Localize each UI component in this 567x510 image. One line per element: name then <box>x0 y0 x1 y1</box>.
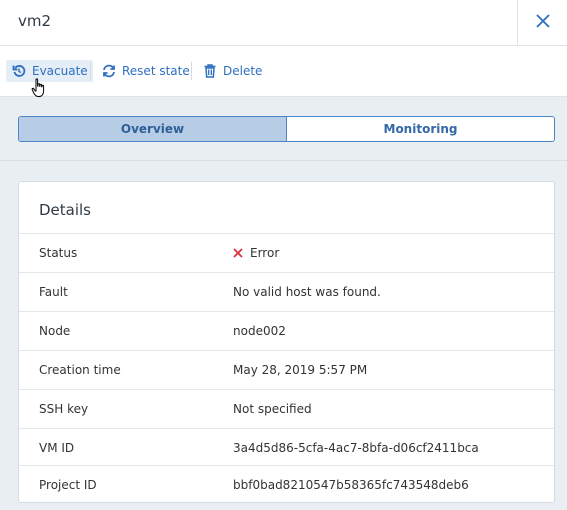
detail-row-ssh-key: SSH key Not specified <box>19 389 554 428</box>
trash-icon <box>204 64 216 78</box>
delete-button[interactable]: Delete <box>203 60 262 82</box>
refresh-icon <box>103 64 115 78</box>
delete-label: Delete <box>223 64 263 78</box>
detail-row-creation-time: Creation time May 28, 2019 5:57 PM <box>19 350 554 389</box>
toolbar-separator <box>90 62 91 80</box>
detail-key: SSH key <box>39 402 89 416</box>
detail-value: No valid host was found. <box>233 285 381 299</box>
status-value: Error <box>250 246 280 260</box>
detail-value: node002 <box>233 324 286 338</box>
detail-key: Creation time <box>39 363 121 377</box>
close-icon[interactable] <box>536 14 550 28</box>
reset-state-button[interactable]: Reset state <box>102 60 190 82</box>
detail-key: Node <box>39 324 71 338</box>
details-title: Details <box>39 201 92 219</box>
tab-bar: Overview Monitoring <box>18 116 555 142</box>
detail-row-fault: Fault No valid host was found. <box>19 272 554 311</box>
tab-monitoring[interactable]: Monitoring <box>287 117 554 141</box>
hand-cursor-icon <box>31 78 45 97</box>
detail-row-vm-id: VM ID 3a4d5d86-5cfa-4ac7-8bfa-d06cf2411b… <box>19 428 554 467</box>
detail-value: 3a4d5d86-5cfa-4ac7-8bfa-d06cf2411bca <box>233 441 479 455</box>
tab-overview[interactable]: Overview <box>19 117 287 141</box>
detail-key: Status <box>39 246 78 260</box>
detail-value: Error <box>233 246 279 260</box>
details-card: Details Status Error Fault No valid host… <box>18 181 555 503</box>
detail-value: Not specified <box>233 402 312 416</box>
section-divider <box>0 160 567 161</box>
detail-key: Project ID <box>39 478 97 492</box>
detail-row-status: Status Error <box>19 233 554 272</box>
detail-key: VM ID <box>39 441 75 455</box>
panel-header: vm2 <box>0 0 567 46</box>
detail-row-project-id: Project ID bbf0bad8210547b58365fc743548d… <box>19 465 554 504</box>
detail-value: May 28, 2019 5:57 PM <box>233 363 368 377</box>
action-toolbar: Evacuate Reset state Delete <box>0 46 567 97</box>
detail-key: Fault <box>39 285 68 299</box>
evacuate-icon <box>12 65 26 77</box>
reset-state-label: Reset state <box>122 64 190 78</box>
error-x-icon <box>233 248 243 258</box>
evacuate-button[interactable]: Evacuate <box>6 60 93 82</box>
close-button[interactable] <box>517 0 567 46</box>
toolbar-separator <box>191 62 192 80</box>
detail-row-node: Node node002 <box>19 311 554 350</box>
evacuate-label: Evacuate <box>32 64 88 78</box>
detail-value: bbf0bad8210547b58365fc743548deb6 <box>233 478 469 492</box>
panel-title: vm2 <box>18 12 52 30</box>
